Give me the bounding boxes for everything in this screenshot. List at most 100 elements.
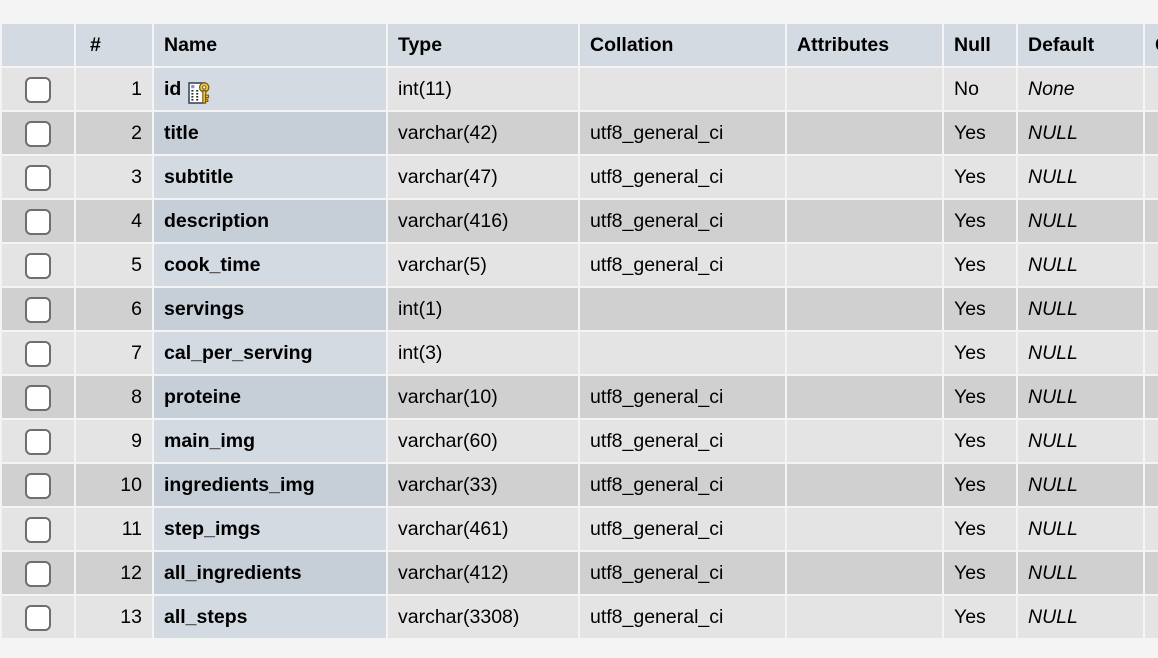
row-select-cell[interactable] (2, 200, 74, 242)
header-collation[interactable]: Collation (580, 24, 785, 66)
row-select-cell[interactable] (2, 508, 74, 550)
column-attributes (787, 552, 942, 594)
row-checkbox[interactable] (25, 296, 51, 323)
header-comments[interactable]: C (1145, 24, 1158, 66)
column-name-cell[interactable]: subtitle (154, 156, 386, 198)
column-name-cell[interactable]: step_imgs (154, 508, 386, 550)
table-row[interactable]: 8 proteine varchar(10) utf8_general_ci Yes NU… (2, 376, 1158, 418)
column-nullable: Yes (944, 596, 1016, 638)
header-null[interactable]: Null (944, 24, 1016, 66)
row-select-cell[interactable] (2, 112, 74, 154)
column-name-cell[interactable]: cal_per_serving (154, 332, 386, 374)
header-name[interactable]: Name (154, 24, 386, 66)
column-name-label: title (164, 122, 199, 144)
table-row[interactable]: 1 id int(11) No None (2, 68, 1158, 110)
row-select-cell[interactable] (2, 244, 74, 286)
column-nullable: Yes (944, 464, 1016, 506)
column-name-cell[interactable]: description (154, 200, 386, 242)
row-checkbox[interactable] (25, 340, 51, 367)
column-default: NULL (1018, 596, 1143, 638)
column-type: int(11) (388, 68, 578, 110)
column-nullable: Yes (944, 112, 1016, 154)
row-select-cell[interactable] (2, 420, 74, 462)
row-select-cell[interactable] (2, 464, 74, 506)
column-type: int(3) (388, 332, 578, 374)
row-checkbox[interactable] (25, 164, 51, 191)
column-collation: utf8_general_ci (580, 244, 785, 286)
row-select-cell[interactable] (2, 288, 74, 330)
row-checkbox[interactable] (25, 208, 51, 235)
primary-key-icon (188, 78, 212, 104)
table-row[interactable]: 5 cook_time varchar(5) utf8_general_ci Yes NU… (2, 244, 1158, 286)
row-select-cell[interactable] (2, 552, 74, 594)
row-checkbox[interactable] (25, 560, 51, 587)
column-collation (580, 288, 785, 330)
table-row[interactable]: 9 main_img varchar(60) utf8_general_ci Yes NU… (2, 420, 1158, 462)
column-name-cell[interactable]: ingredients_img (154, 464, 386, 506)
column-name-cell[interactable]: all_steps (154, 596, 386, 638)
column-name-cell[interactable]: all_ingredients (154, 552, 386, 594)
header-select-all[interactable] (2, 24, 74, 66)
row-checkbox[interactable] (25, 252, 51, 279)
table-row[interactable]: 6 servings int(1) Yes NULL (2, 288, 1158, 330)
row-checkbox[interactable] (25, 384, 51, 411)
row-select-cell[interactable] (2, 156, 74, 198)
header-attributes[interactable]: Attributes (787, 24, 942, 66)
column-name-cell[interactable]: main_img (154, 420, 386, 462)
row-checkbox[interactable] (25, 76, 51, 103)
row-checkbox[interactable] (25, 428, 51, 455)
table-row[interactable]: 10 ingredients_img varchar(33) utf8_general… (2, 464, 1158, 506)
column-type: varchar(5) (388, 244, 578, 286)
row-checkbox[interactable] (25, 516, 51, 543)
header-number[interactable]: # (76, 24, 152, 66)
column-type: varchar(461) (388, 508, 578, 550)
column-attributes (787, 68, 942, 110)
column-name-cell[interactable]: title (154, 112, 386, 154)
column-name-cell[interactable]: id (154, 68, 386, 110)
column-name-cell[interactable]: cook_time (154, 244, 386, 286)
table-row[interactable]: 4 description varchar(416) utf8_general_ci Y… (2, 200, 1158, 242)
table-row[interactable]: 2 title varchar(42) utf8_general_ci Yes NULL (2, 112, 1158, 154)
row-select-cell[interactable] (2, 376, 74, 418)
column-type: varchar(412) (388, 552, 578, 594)
column-default: NULL (1018, 552, 1143, 594)
column-attributes (787, 112, 942, 154)
column-collation: utf8_general_ci (580, 420, 785, 462)
column-name-label: description (164, 210, 270, 232)
column-name-label: proteine (164, 386, 241, 408)
table-row[interactable]: 3 subtitle varchar(47) utf8_general_ci Yes NU… (2, 156, 1158, 198)
column-name-cell[interactable]: servings (154, 288, 386, 330)
column-nullable: Yes (944, 508, 1016, 550)
row-checkbox[interactable] (25, 604, 51, 631)
column-comment (1145, 332, 1158, 374)
table-header: # Name Type Collation Attributes Null De… (2, 24, 1158, 66)
row-select-cell[interactable] (2, 596, 74, 638)
table-row[interactable]: 11 step_imgs varchar(461) utf8_general_ci Ye… (2, 508, 1158, 550)
row-checkbox[interactable] (25, 472, 51, 499)
column-ordinal: 1 (76, 68, 152, 110)
column-collation: utf8_general_ci (580, 508, 785, 550)
header-default[interactable]: Default (1018, 24, 1143, 66)
column-type: varchar(416) (388, 200, 578, 242)
column-ordinal: 12 (76, 552, 152, 594)
column-type: varchar(33) (388, 464, 578, 506)
table-row[interactable]: 12 all_ingredients varchar(412) utf8_genera… (2, 552, 1158, 594)
column-name-label: cal_per_serving (164, 342, 313, 364)
column-comment (1145, 376, 1158, 418)
table-row[interactable]: 7 cal_per_serving int(3) Yes NULL (2, 332, 1158, 374)
column-name-label: main_img (164, 430, 256, 452)
column-attributes (787, 288, 942, 330)
column-nullable: Yes (944, 552, 1016, 594)
column-default: NULL (1018, 244, 1143, 286)
header-type[interactable]: Type (388, 24, 578, 66)
table-row[interactable]: 13 all_steps varchar(3308) utf8_general_ci Y… (2, 596, 1158, 638)
row-select-cell[interactable] (2, 332, 74, 374)
column-name-cell[interactable]: proteine (154, 376, 386, 418)
row-checkbox[interactable] (25, 120, 51, 147)
column-comment (1145, 244, 1158, 286)
column-default: None (1018, 68, 1143, 110)
column-comment (1145, 156, 1158, 198)
column-collation (580, 68, 785, 110)
column-attributes (787, 244, 942, 286)
row-select-cell[interactable] (2, 68, 74, 110)
